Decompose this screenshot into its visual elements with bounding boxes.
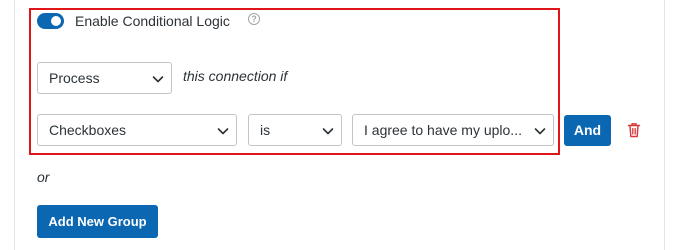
action-select-value: Process bbox=[49, 70, 100, 86]
and-button[interactable]: And bbox=[564, 115, 611, 146]
value-select[interactable]: I agree to have my uplo... bbox=[352, 114, 554, 146]
or-separator-text: or bbox=[37, 169, 50, 185]
operator-select-value: is bbox=[260, 122, 271, 138]
add-new-group-button[interactable]: Add New Group bbox=[37, 205, 158, 238]
operator-select[interactable]: is bbox=[248, 114, 342, 146]
action-select[interactable]: Process bbox=[37, 62, 172, 94]
help-circle-icon[interactable]: ? bbox=[248, 13, 260, 25]
field-select-value: Checkboxes bbox=[49, 122, 127, 138]
chevron-down-icon bbox=[534, 128, 546, 135]
trash-icon[interactable] bbox=[627, 122, 641, 138]
conditional-logic-toggle[interactable] bbox=[37, 13, 64, 29]
toggle-label: Enable Conditional Logic bbox=[75, 13, 230, 29]
chevron-down-icon bbox=[217, 128, 229, 135]
field-select[interactable]: Checkboxes bbox=[37, 114, 237, 146]
connector-text: this connection if bbox=[183, 68, 288, 84]
chevron-down-icon bbox=[152, 76, 164, 83]
value-select-value: I agree to have my uplo... bbox=[364, 122, 522, 138]
panel-left-border bbox=[14, 0, 15, 250]
toggle-knob bbox=[51, 16, 61, 26]
panel-right-border bbox=[664, 0, 665, 250]
conditional-logic-panel: Enable Conditional Logic ? Process this … bbox=[0, 0, 680, 250]
chevron-down-icon bbox=[322, 128, 334, 135]
